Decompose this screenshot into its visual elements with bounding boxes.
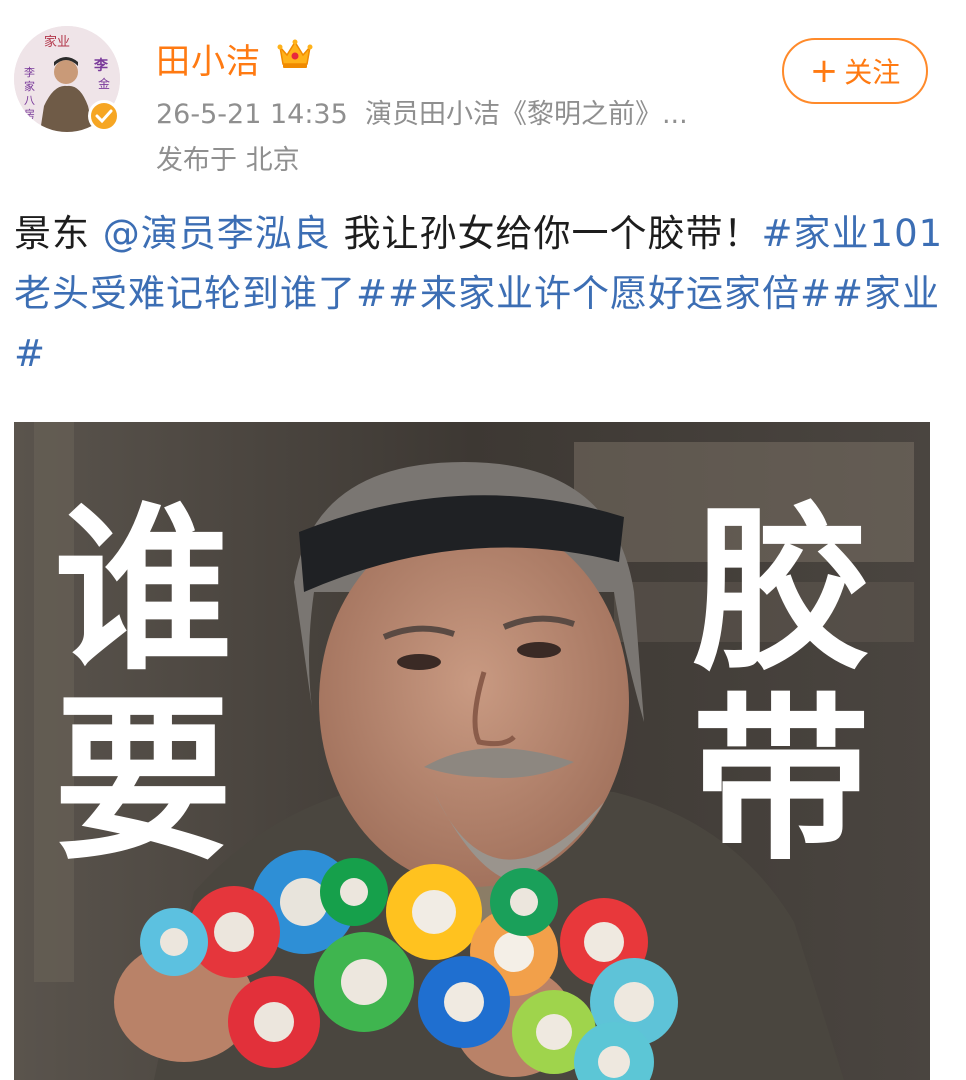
svg-text:李: 李 (24, 65, 35, 79)
follow-button[interactable]: + 关注 (782, 38, 928, 104)
post-prefix: 景东 (14, 212, 103, 255)
caption-right-char-1: 胶 (692, 487, 870, 694)
post-image-graphic: 谁 要 胶 带 (14, 422, 930, 1080)
verified-icon (88, 100, 120, 132)
post-source[interactable]: 演员田小洁《黎明之前》... (365, 99, 688, 130)
follow-label: 关注 (844, 56, 901, 89)
avatar-text-top: 家业 (44, 34, 70, 50)
plus-icon: + (809, 51, 839, 91)
post-location: 发布于 北京 (156, 145, 300, 176)
username[interactable]: 田小洁 (156, 34, 261, 83)
svg-text:房: 房 (24, 108, 35, 121)
svg-text:李: 李 (93, 57, 109, 74)
post-meta: 26-5-21 14:35 演员田小洁《黎明之前》... (156, 92, 688, 131)
caption-right-char-2: 带 (692, 677, 870, 884)
mention-link[interactable]: @演员李泓良 (103, 212, 331, 255)
post-text: 我让孙女给你一个胶带！ (330, 212, 762, 255)
post-body: 景东 @演员李泓良 我让孙女给你一个胶带！#家业101老头受难记轮到谁了##来家… (14, 204, 954, 384)
caption-left-char-1: 谁 (54, 487, 232, 694)
crown-icon[interactable] (277, 38, 313, 70)
caption-left-char-2: 要 (54, 677, 232, 884)
svg-text:家: 家 (24, 79, 35, 93)
post-image[interactable]: 谁 要 胶 带 (14, 422, 930, 1080)
svg-text:八: 八 (24, 94, 35, 107)
post-time: 26-5-21 14:35 (156, 99, 348, 130)
svg-text:金: 金 (98, 76, 110, 91)
